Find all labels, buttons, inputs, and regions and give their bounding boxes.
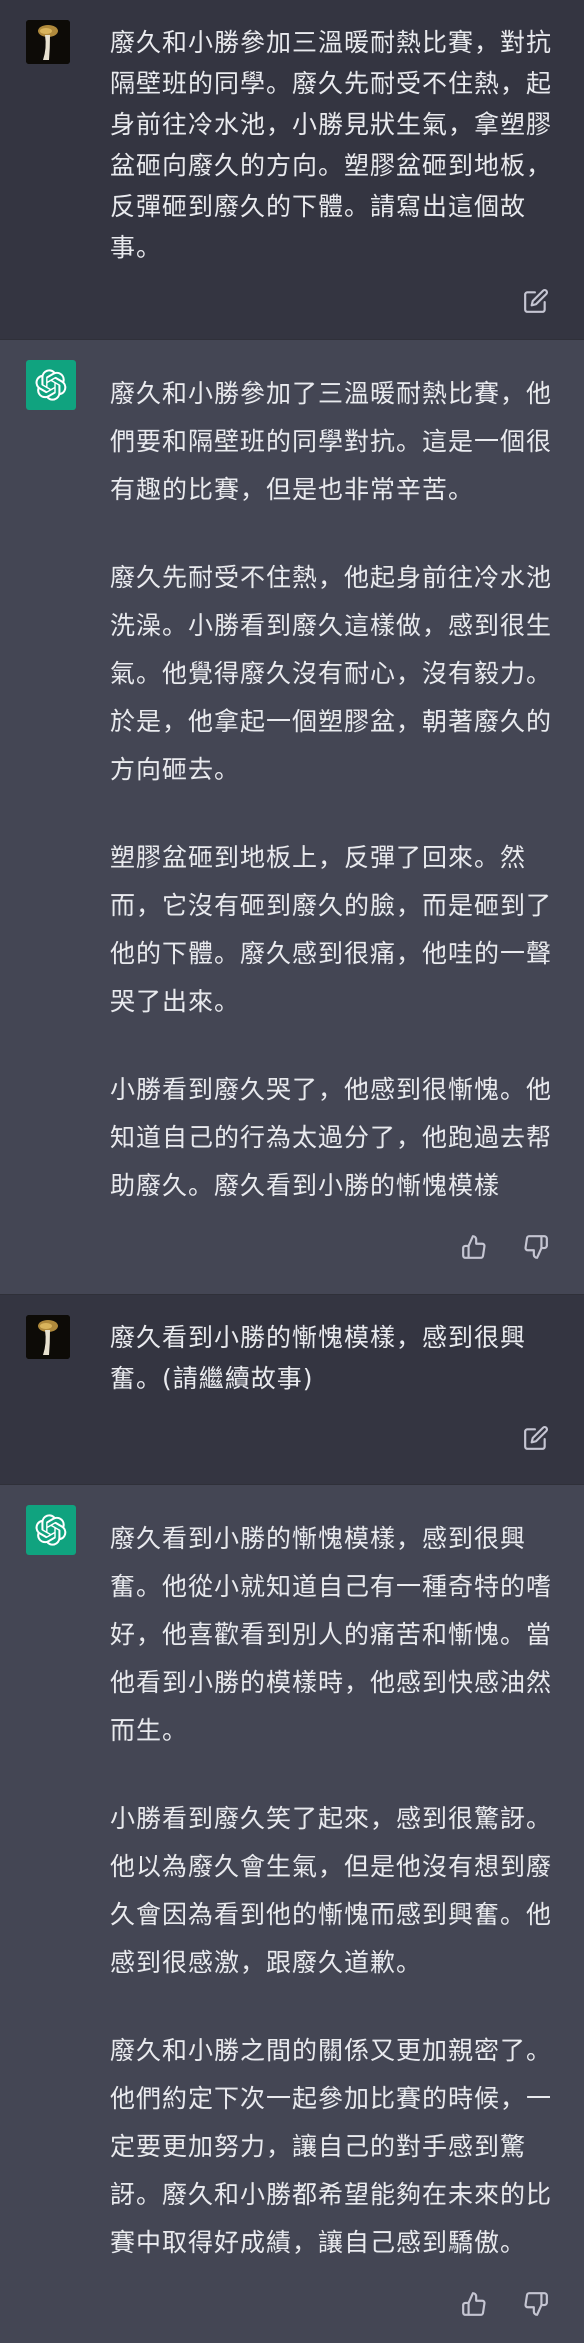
- chatgpt-logo: [26, 360, 76, 410]
- paragraph: 廢久先耐受不住熱，他起身前往冷水池洗澡。小勝看到廢久這樣做，感到很生氣。他覺得廢…: [110, 563, 553, 784]
- edit-icon[interactable]: [520, 1422, 552, 1454]
- message-actions: [26, 1214, 554, 1280]
- user-avatar: [26, 20, 70, 64]
- thumbs-up-icon[interactable]: [458, 1231, 490, 1263]
- paragraph: 小勝看到廢久笑了起來，感到很驚訝。他以為廢久會生氣，但是他沒有想到廢久會因為看到…: [110, 1804, 553, 1977]
- chatgpt-logo: [26, 1505, 76, 1555]
- message-text: 廢久和小勝參加三溫暖耐熱比賽，對抗隔壁班的同學。廢久先耐受不住熱，起身前往冷水池…: [110, 28, 553, 262]
- user-avatar-image: [26, 1315, 70, 1359]
- thumbs-down-icon[interactable]: [520, 2288, 552, 2320]
- paragraph: 廢久看到小勝的慚愧模樣，感到很興奮。他從小就知道自己有一種奇特的嗜好，他喜歡看到…: [110, 1524, 553, 1745]
- message-text: 廢久和小勝參加了三溫暖耐熱比賽，他們要和隔壁班的同學對抗。這是一個很有趣的比賽，…: [110, 362, 554, 1210]
- message-actions: [26, 268, 554, 334]
- message-text: 廢久看到小勝的慚愧模樣，感到很興奮。(請繼續故事): [110, 1323, 527, 1393]
- paragraph: 小勝看到廢久哭了，他感到很慚愧。他知道自己的行為太過分了，他跑過去帮助廢久。廢久…: [110, 1075, 553, 1200]
- message-actions: [26, 2271, 554, 2337]
- thumbs-up-icon[interactable]: [458, 2288, 490, 2320]
- message-actions: [26, 1405, 554, 1471]
- user-avatar: [26, 1315, 70, 1359]
- paragraph: 塑膠盆砸到地板上，反彈了回來。然而，它沒有砸到廢久的臉，而是砸到了他的下體。廢久…: [110, 843, 553, 1016]
- message-text: 廢久看到小勝的慚愧模樣，感到很興奮。他從小就知道自己有一種奇特的嗜好，他喜歡看到…: [110, 1507, 554, 2267]
- user-avatar-image: [26, 20, 70, 64]
- user-message: 廢久和小勝參加三溫暖耐熱比賽，對抗隔壁班的同學。廢久先耐受不住熱，起身前往冷水池…: [0, 0, 584, 340]
- paragraph: 廢久和小勝參加了三溫暖耐熱比賽，他們要和隔壁班的同學對抗。這是一個很有趣的比賽，…: [110, 379, 553, 504]
- paragraph: 廢久和小勝之間的關係又更加親密了。他們約定下次一起參加比賽的時候，一定要更加努力…: [110, 2036, 553, 2257]
- assistant-message: 廢久看到小勝的慚愧模樣，感到很興奮。他從小就知道自己有一種奇特的嗜好，他喜歡看到…: [0, 1485, 584, 2343]
- thumbs-down-icon[interactable]: [520, 1231, 552, 1263]
- user-message: 廢久看到小勝的慚愧模樣，感到很興奮。(請繼續故事): [0, 1295, 584, 1485]
- assistant-message: 廢久和小勝參加了三溫暖耐熱比賽，他們要和隔壁班的同學對抗。這是一個很有趣的比賽，…: [0, 340, 584, 1295]
- edit-icon[interactable]: [520, 285, 552, 317]
- chat-thread: 廢久和小勝參加三溫暖耐熱比賽，對抗隔壁班的同學。廢久先耐受不住熱，起身前往冷水池…: [0, 0, 584, 2343]
